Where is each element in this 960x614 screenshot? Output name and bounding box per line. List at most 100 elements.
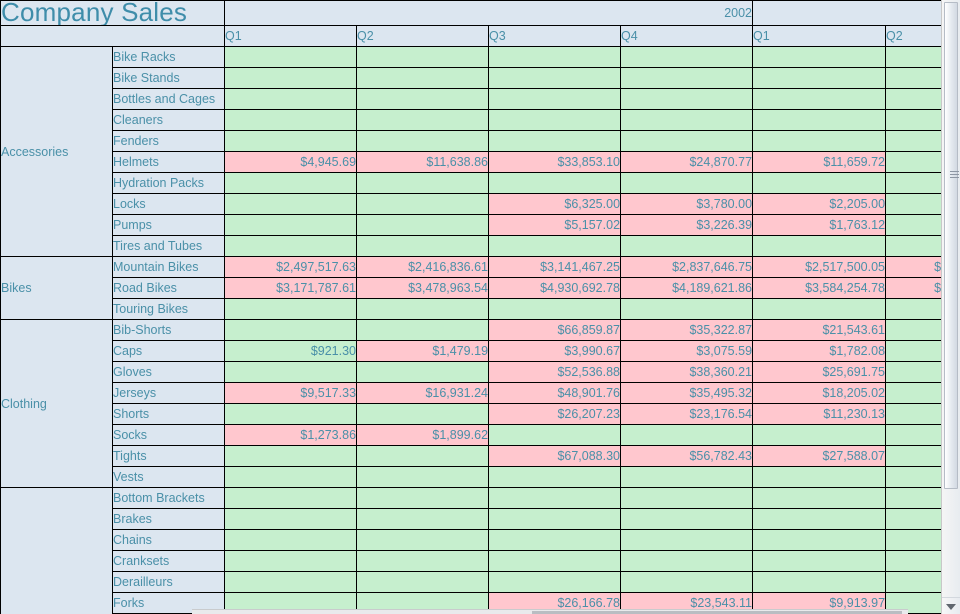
data-cell[interactable]: $24,870.77 xyxy=(620,151,754,173)
data-cell[interactable]: $2,837,646.75 xyxy=(620,256,754,278)
table-row[interactable]: Cleaners xyxy=(1,109,943,131)
data-cell[interactable] xyxy=(224,466,358,488)
data-cell[interactable]: $11,659.72 xyxy=(752,151,887,173)
data-cell[interactable] xyxy=(620,130,754,152)
subcategory-cell[interactable]: Mountain Bikes xyxy=(111,256,226,278)
data-cell[interactable] xyxy=(356,571,490,593)
data-cell[interactable] xyxy=(885,214,943,236)
data-cell[interactable] xyxy=(224,172,358,194)
data-cell[interactable]: $21,543.61 xyxy=(752,319,887,341)
data-cell[interactable] xyxy=(885,487,943,509)
data-cell[interactable] xyxy=(488,571,622,593)
data-cell[interactable] xyxy=(752,508,887,530)
data-cell[interactable] xyxy=(885,130,943,152)
data-cell[interactable]: $11,230.13 xyxy=(752,403,887,425)
data-cell[interactable] xyxy=(224,109,358,131)
data-cell[interactable] xyxy=(752,571,887,593)
table-row[interactable]: Bike Stands xyxy=(1,67,943,89)
data-cell[interactable]: $18,205.02 xyxy=(752,382,887,404)
category-cell[interactable]: Accessories xyxy=(0,46,113,257)
table-row[interactable]: Tights $67,088.30 $56,782.43 $27,588.07 xyxy=(1,445,943,467)
data-cell[interactable]: $11,638.86 xyxy=(356,151,490,173)
data-cell[interactable]: $35,322.87 xyxy=(620,319,754,341)
data-cell[interactable]: $3,990.67 xyxy=(488,340,622,362)
table-row[interactable]: Pumps $5,157.02 $3,226.39 $1,763.12 xyxy=(1,214,943,236)
data-cell[interactable] xyxy=(620,235,754,257)
column-header-1[interactable]: Q1 xyxy=(224,25,358,47)
data-cell[interactable] xyxy=(356,193,490,215)
column-header-3[interactable]: Q3 xyxy=(488,25,622,47)
subcategory-cell[interactable]: Locks xyxy=(111,193,226,215)
data-cell[interactable]: $52,536.88 xyxy=(488,361,622,383)
data-cell[interactable] xyxy=(620,571,754,593)
data-cell[interactable] xyxy=(885,172,943,194)
data-cell[interactable] xyxy=(356,487,490,509)
data-cell[interactable] xyxy=(488,424,622,446)
data-cell[interactable] xyxy=(356,298,490,320)
data-cell[interactable] xyxy=(356,109,490,131)
data-cell[interactable] xyxy=(224,445,358,467)
data-cell[interactable]: $66,859.87 xyxy=(488,319,622,341)
data-cell[interactable] xyxy=(356,172,490,194)
subcategory-cell[interactable]: Bike Racks xyxy=(111,46,226,68)
column-header-6[interactable]: Q2 xyxy=(885,25,943,47)
data-cell[interactable]: $3,584,254.78 xyxy=(752,277,887,299)
data-cell[interactable]: $56,782.43 xyxy=(620,445,754,467)
data-cell[interactable] xyxy=(488,109,622,131)
data-cell[interactable] xyxy=(356,46,490,68)
data-cell[interactable] xyxy=(885,571,943,593)
table-row[interactable]: Locks $6,325.00 $3,780.00 $2,205.00 xyxy=(1,193,943,215)
data-cell[interactable] xyxy=(224,193,358,215)
data-cell[interactable]: $1,273.86 xyxy=(224,424,358,446)
data-cell[interactable]: $4,189,621.86 xyxy=(620,277,754,299)
data-cell[interactable] xyxy=(885,46,943,68)
subcategory-cell[interactable]: Brakes xyxy=(111,508,226,530)
data-cell[interactable]: $16,931.24 xyxy=(356,382,490,404)
table-row[interactable]: Gloves $52,536.88 $38,360.21 $25,691.75 xyxy=(1,361,943,383)
data-cell[interactable]: $2,517,500.05 xyxy=(752,256,887,278)
data-cell[interactable]: $3,141,467.25 xyxy=(488,256,622,278)
data-cell[interactable]: $1,479.19 xyxy=(356,340,490,362)
data-cell[interactable] xyxy=(752,88,887,110)
data-cell[interactable]: $1,782.08 xyxy=(752,340,887,362)
data-cell[interactable] xyxy=(224,88,358,110)
subcategory-cell[interactable]: Caps xyxy=(111,340,226,362)
data-cell[interactable] xyxy=(752,46,887,68)
data-cell[interactable] xyxy=(885,319,943,341)
data-cell[interactable] xyxy=(356,319,490,341)
subcategory-cell[interactable]: Tights xyxy=(111,445,226,467)
vertical-scrollbar[interactable] xyxy=(941,0,960,614)
data-cell[interactable] xyxy=(488,172,622,194)
data-cell[interactable]: $3,780.00 xyxy=(620,193,754,215)
subcategory-cell[interactable]: Gloves xyxy=(111,361,226,383)
data-cell[interactable]: $2,416,836.61 xyxy=(356,256,490,278)
column-header-5[interactable]: Q1 xyxy=(752,25,887,47)
subcategory-cell[interactable]: Bike Stands xyxy=(111,67,226,89)
table-row[interactable]: Bikes Mountain Bikes $2,497,517.63 $2,416,8… xyxy=(0,256,943,320)
table-row[interactable]: Road Bikes $3,171,787.61 $3,478,963.54 $4,9… xyxy=(1,277,943,299)
data-cell[interactable]: $67,088.30 xyxy=(488,445,622,467)
data-cell[interactable] xyxy=(488,508,622,530)
subcategory-cell[interactable]: Cleaners xyxy=(111,109,226,131)
data-cell[interactable] xyxy=(885,550,943,572)
data-cell[interactable]: $27,588.07 xyxy=(752,445,887,467)
data-cell[interactable] xyxy=(752,235,887,257)
data-cell[interactable] xyxy=(356,403,490,425)
data-cell[interactable] xyxy=(752,466,887,488)
data-cell[interactable] xyxy=(885,88,943,110)
subcategory-cell[interactable]: Bib-Shorts xyxy=(111,319,226,341)
subcategory-cell[interactable]: Helmets xyxy=(111,151,226,173)
data-cell[interactable]: $1,899.62 xyxy=(356,424,490,446)
subcategory-cell[interactable]: Chains xyxy=(111,529,226,551)
data-cell[interactable] xyxy=(885,424,943,446)
data-cell[interactable] xyxy=(488,46,622,68)
data-cell[interactable] xyxy=(885,529,943,551)
data-cell[interactable] xyxy=(224,235,358,257)
data-cell[interactable] xyxy=(224,130,358,152)
data-cell[interactable] xyxy=(752,529,887,551)
data-cell[interactable] xyxy=(620,88,754,110)
table-row[interactable]: Shorts $26,207.23 $23,176.54 $11,230.13 xyxy=(1,403,943,425)
table-row[interactable]: Jerseys $9,517.33 $16,931.24 $48,901.76 $35,… xyxy=(1,382,943,404)
data-cell[interactable] xyxy=(752,550,887,572)
data-cell[interactable]: $6,325.00 xyxy=(488,193,622,215)
